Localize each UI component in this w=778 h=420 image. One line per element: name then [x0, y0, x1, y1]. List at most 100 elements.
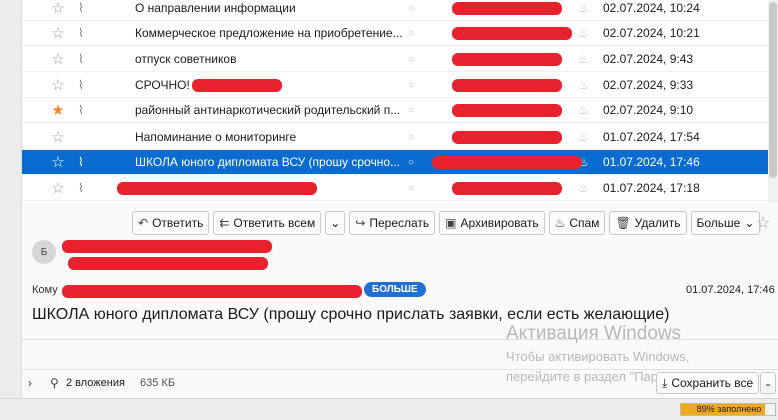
windows-activation-title: Активация Windows: [506, 323, 682, 344]
redaction-mark: [452, 27, 572, 40]
redaction-mark: [452, 79, 562, 92]
message-row[interactable]: ☆ ⌇ ШКОЛА юного дипломата ВСУ (прошу срочн…: [22, 150, 768, 175]
star-icon[interactable]: ☆: [50, 73, 66, 98]
quota-meter: 89% заполнено: [680, 403, 776, 416]
read-status-icon[interactable]: ○: [408, 47, 414, 72]
star-icon[interactable]: ☆: [50, 176, 66, 201]
message-subject: Коммерческое предложение на приобретение…: [135, 25, 403, 40]
star-icon[interactable]: ☆: [50, 150, 66, 175]
star-icon[interactable]: ☆: [50, 21, 66, 46]
message-row[interactable]: ☆ ⌇ О направлении информации ○ ♨ 02.07.2024, …: [22, 0, 768, 21]
to-label: Кому: [32, 284, 58, 296]
chevron-down-icon: ⌄: [764, 377, 772, 388]
paperclip-icon: ⚲: [50, 375, 59, 390]
message-subject: отпуск советников: [135, 51, 237, 66]
message-subject: Напоминание о мониторинге: [135, 129, 297, 144]
redaction-mark: [452, 182, 562, 195]
reply-all-icon: ⇇: [219, 216, 230, 230]
junk-status-icon[interactable]: ♨: [578, 73, 589, 98]
message-header-pane: ↶ Ответить ⇇ Ответить всем ⌄ ↪ Переслать ▣ А…: [22, 203, 778, 420]
reply-all-dropdown[interactable]: ⌄: [325, 211, 346, 235]
trash-icon: 🗑: [615, 216, 631, 230]
avatar-letter: Б: [40, 246, 48, 258]
save-all-label: Сохранить все: [671, 376, 754, 390]
reply-button[interactable]: ↶ Ответить: [132, 211, 210, 235]
archive-icon: ▣: [445, 216, 457, 230]
star-icon[interactable]: ☆: [756, 213, 770, 233]
attachments-bar: › ⚲ 2 вложения 635 КБ ⤓ Сохранить все ⌄: [22, 369, 778, 395]
message-row[interactable]: ☆ ⌇ СРОЧНО! ○ ♨ 02.07.2024, 9:33: [22, 73, 768, 98]
read-status-icon[interactable]: ○: [408, 98, 414, 123]
redacted-sender-address: [68, 257, 268, 270]
message-row[interactable]: ☆ ⌇ отпуск советников ○ ♨ 02.07.2024, 9:43: [22, 47, 768, 72]
attachment-count[interactable]: 2 вложения: [66, 377, 125, 389]
more-recipients-badge[interactable]: БОЛЬШЕ: [364, 282, 426, 297]
archive-button[interactable]: ▣ Архивировать: [439, 211, 545, 235]
paperclip-icon: ⌇: [78, 180, 84, 195]
star-icon[interactable]: ★: [50, 98, 66, 123]
forward-button[interactable]: ↪ Переслать: [349, 211, 436, 235]
redacted-sender-name: [62, 240, 272, 253]
redaction-mark: [117, 182, 317, 195]
flame-icon: ♨: [554, 216, 566, 230]
reply-icon: ↶: [138, 216, 149, 230]
message-date: 02.07.2024, 10:24: [603, 0, 700, 15]
avatar: Б: [32, 240, 56, 264]
redaction-mark: [452, 2, 562, 15]
reply-label: Ответить: [152, 216, 204, 230]
paperclip-icon: ⌇: [78, 0, 84, 15]
message-list-scrollbar[interactable]: [768, 0, 778, 203]
junk-status-icon[interactable]: ♨: [578, 125, 589, 150]
message-date: 02.07.2024, 9:43: [603, 51, 694, 66]
message-subject: ШКОЛА юного дипломата ВСУ (прошу срочно.…: [135, 154, 401, 169]
paperclip-icon: ⌇: [78, 154, 84, 169]
star-icon[interactable]: ☆: [50, 125, 66, 150]
read-status-icon[interactable]: ○: [408, 176, 414, 201]
redaction-mark: [432, 156, 582, 169]
redaction-mark: [452, 53, 562, 66]
junk-status-icon[interactable]: ♨: [578, 176, 589, 201]
message-subject: О направлении информации: [135, 0, 296, 15]
message-date: 02.07.2024, 9:10: [603, 102, 694, 117]
junk-status-icon[interactable]: ♨: [578, 98, 589, 123]
read-status-icon[interactable]: ○: [408, 73, 414, 98]
spam-button[interactable]: ♨ Спам: [548, 211, 606, 235]
scrollbar-thumb[interactable]: [769, 2, 777, 178]
message-subject: ШКОЛА юного дипломата ВСУ (прошу срочно …: [32, 306, 670, 323]
message-subject: районный антинаркотический родительский …: [135, 102, 401, 117]
folder-pane-edge: [0, 0, 22, 420]
message-row[interactable]: ☆ Напоминание о мониторинге ○ ♨ 01.07.2024, …: [22, 125, 768, 150]
message-row[interactable]: ☆ ⌇ Коммерческое предложение на приобретен…: [22, 21, 768, 46]
spam-label: Спам: [569, 216, 600, 230]
more-label: Больше: [696, 216, 741, 230]
chevron-right-icon[interactable]: ›: [28, 376, 32, 390]
delete-label: Удалить: [634, 216, 681, 230]
message-row[interactable]: ☆ ⌇ ○ ♨ 01.07.2024, 17:18: [22, 176, 768, 201]
paperclip-icon: ⌇: [78, 77, 84, 92]
read-status-icon[interactable]: ○: [408, 0, 414, 21]
status-bar: 89% заполнено: [0, 398, 778, 420]
save-all-dropdown[interactable]: ⌄: [760, 372, 776, 394]
message-row[interactable]: ★ ⌇ районный антинаркотический родительски…: [22, 98, 768, 123]
windows-activation-line1: Чтобы активировать Windows,: [506, 349, 690, 364]
message-date: 01.07.2024, 17:54: [603, 129, 700, 144]
read-status-icon[interactable]: ○: [408, 125, 414, 150]
reply-all-button[interactable]: ⇇ Ответить всем: [213, 211, 322, 235]
message-date: 01.07.2024, 17:18: [603, 180, 700, 195]
star-icon[interactable]: ☆: [50, 47, 66, 72]
message-list[interactable]: ☆ ⌇ О направлении информации ○ ♨ 02.07.2024, …: [22, 0, 768, 203]
star-icon[interactable]: ☆: [50, 0, 66, 21]
save-all-button[interactable]: ⤓ Сохранить все: [656, 372, 760, 394]
read-status-icon[interactable]: ○: [408, 150, 414, 175]
forward-label: Переслать: [369, 216, 430, 230]
message-date: 02.07.2024, 10:21: [603, 25, 700, 40]
redacted-recipients: [62, 285, 362, 298]
message-toolbar: ↶ Ответить ⇇ Ответить всем ⌄ ↪ Переслать ▣ А…: [132, 211, 761, 235]
junk-status-icon[interactable]: ♨: [578, 47, 589, 72]
more-button[interactable]: Больше ⌄: [690, 211, 761, 235]
delete-button[interactable]: 🗑 Удалить: [609, 211, 687, 235]
junk-status-icon[interactable]: ♨: [578, 21, 589, 46]
forward-icon: ↪: [355, 216, 366, 230]
read-status-icon[interactable]: ○: [408, 21, 414, 46]
junk-status-icon[interactable]: ♨: [578, 0, 589, 21]
